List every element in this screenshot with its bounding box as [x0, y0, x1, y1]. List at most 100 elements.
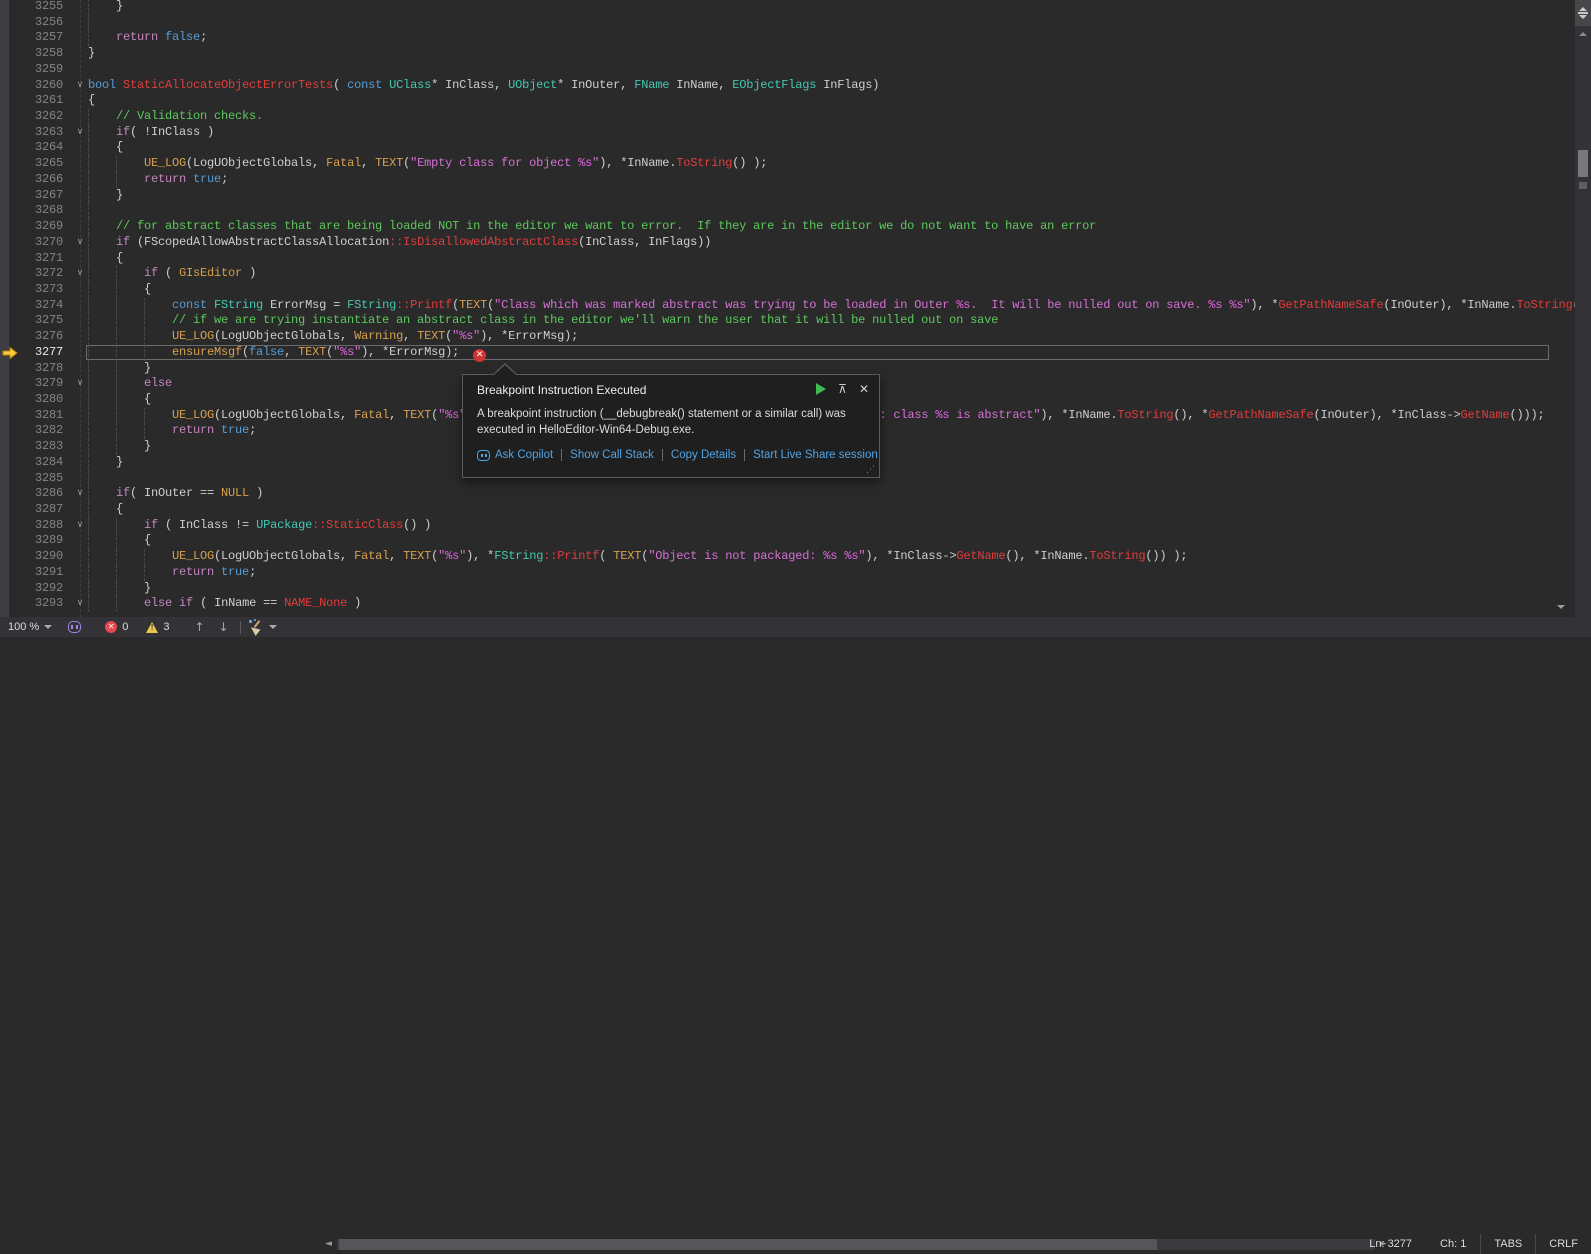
horizontal-scrollbar-track[interactable]: [337, 1239, 1375, 1250]
code-line[interactable]: 3262 // Validation checks.: [0, 109, 1573, 125]
line-number[interactable]: 3255: [18, 0, 63, 15]
pin-icon[interactable]: ⊼: [838, 382, 847, 396]
line-number[interactable]: 3271: [18, 251, 63, 267]
scroll-left-arrow[interactable]: ◄: [325, 1240, 332, 1249]
fold-collapse-icon[interactable]: ∨: [72, 78, 88, 94]
code-line[interactable]: 3275 // if we are trying instantiate an …: [0, 313, 1573, 329]
line-number[interactable]: 3279: [18, 376, 63, 392]
line-number[interactable]: 3266: [18, 172, 63, 188]
code-line[interactable]: 3274 const FString ErrorMsg = FString::P…: [0, 298, 1573, 314]
fold-collapse-icon[interactable]: ∨: [72, 518, 88, 534]
line-number[interactable]: 3272: [18, 266, 63, 282]
fold-collapse-icon[interactable]: ∨: [72, 125, 88, 141]
copilot-status[interactable]: [64, 617, 85, 637]
scroll-down-arrow[interactable]: [1557, 605, 1565, 609]
code-line[interactable]: 3266 return true;: [0, 172, 1573, 188]
start-live-share-link[interactable]: Start Live Share session: [753, 449, 878, 461]
code-line[interactable]: 3260∨bool StaticAllocateObjectErrorTests…: [0, 78, 1573, 94]
tabs-indicator[interactable]: TABS: [1480, 1234, 1535, 1254]
line-number[interactable]: 3264: [18, 140, 63, 156]
line-number[interactable]: 3286: [18, 486, 63, 502]
code-line[interactable]: 3270∨ if (FScopedAllowAbstractClassAlloc…: [0, 235, 1573, 251]
code-line[interactable]: 3267 }: [0, 188, 1573, 204]
previous-issue-button[interactable]: ↑: [187, 620, 211, 634]
code-line[interactable]: 3256: [0, 15, 1573, 31]
code-line[interactable]: 3263∨ if( !InClass ): [0, 125, 1573, 141]
fold-collapse-icon[interactable]: ∨: [72, 486, 88, 502]
show-call-stack-link[interactable]: Show Call Stack: [570, 449, 654, 461]
line-number[interactable]: 3256: [18, 15, 63, 31]
column-indicator[interactable]: Ch: 1: [1426, 1234, 1480, 1254]
code-line[interactable]: 3269 // for abstract classes that are be…: [0, 219, 1573, 235]
code-line[interactable]: 3287 {: [0, 502, 1573, 518]
code-line[interactable]: 3293∨ else if ( InName == NAME_None ): [0, 596, 1573, 612]
line-number[interactable]: 3282: [18, 423, 63, 439]
code-line[interactable]: 3257 return false;: [0, 30, 1573, 46]
line-number[interactable]: 3258: [18, 46, 63, 62]
close-icon[interactable]: ✕: [859, 382, 869, 396]
line-indicator[interactable]: Ln: 3277: [1355, 1234, 1426, 1254]
ask-copilot-link[interactable]: Ask Copilot: [495, 449, 553, 461]
line-number[interactable]: 3281: [18, 408, 63, 424]
code-line[interactable]: 3289 {: [0, 533, 1573, 549]
line-number[interactable]: 3261: [18, 93, 63, 109]
code-editor[interactable]: 3255 }32563257 return false;3258}3259326…: [0, 0, 1591, 617]
code-line[interactable]: 3292 }: [0, 581, 1573, 597]
line-number[interactable]: 3285: [18, 471, 63, 487]
line-number[interactable]: 3291: [18, 565, 63, 581]
line-number[interactable]: 3290: [18, 549, 63, 565]
code-line[interactable]: 3277 ensureMsgf(false, TEXT("%s"), *Erro…: [0, 345, 1573, 361]
code-line[interactable]: 3264 {: [0, 140, 1573, 156]
scroll-up-arrow[interactable]: [1579, 32, 1587, 36]
code-line[interactable]: 3268: [0, 203, 1573, 219]
line-number[interactable]: 3284: [18, 455, 63, 471]
zoom-control[interactable]: 100 %: [0, 617, 56, 637]
line-number[interactable]: 3268: [18, 203, 63, 219]
horizontal-scrollbar[interactable]: ◄ ►: [325, 1239, 1387, 1250]
code-area[interactable]: 3255 }32563257 return false;3258}3259326…: [0, 0, 1573, 617]
code-line[interactable]: 3291 return true;: [0, 565, 1573, 581]
horizontal-scrollbar-thumb[interactable]: [339, 1239, 1157, 1250]
error-indicator[interactable]: ✕ 0: [101, 617, 132, 637]
line-number[interactable]: 3289: [18, 533, 63, 549]
line-number[interactable]: 3262: [18, 109, 63, 125]
line-number[interactable]: 3260: [18, 78, 63, 94]
warning-indicator[interactable]: 3: [142, 617, 173, 637]
code-cleanup-button[interactable]: [245, 617, 281, 637]
line-number[interactable]: 3267: [18, 188, 63, 204]
code-line[interactable]: 3261{: [0, 93, 1573, 109]
line-ending-indicator[interactable]: CRLF: [1535, 1234, 1591, 1254]
code-line[interactable]: 3258}: [0, 46, 1573, 62]
code-line[interactable]: 3273 {: [0, 282, 1573, 298]
line-number[interactable]: 3277: [18, 345, 63, 361]
code-line[interactable]: 3265 UE_LOG(LogUObjectGlobals, Fatal, TE…: [0, 156, 1573, 172]
split-editor-handle[interactable]: [1575, 0, 1591, 26]
line-number[interactable]: 3288: [18, 518, 63, 534]
fold-collapse-icon[interactable]: ∨: [72, 376, 88, 392]
code-line[interactable]: 3286∨ if( InOuter == NULL ): [0, 486, 1573, 502]
code-line[interactable]: 3272∨ if ( GIsEditor ): [0, 266, 1573, 282]
line-number[interactable]: 3276: [18, 329, 63, 345]
copy-details-link[interactable]: Copy Details: [671, 449, 736, 461]
code-line[interactable]: 3290 UE_LOG(LogUObjectGlobals, Fatal, TE…: [0, 549, 1573, 565]
line-number[interactable]: 3273: [18, 282, 63, 298]
line-number[interactable]: 3259: [18, 62, 63, 78]
code-line[interactable]: 3259: [0, 62, 1573, 78]
line-number[interactable]: 3270: [18, 235, 63, 251]
fold-collapse-icon[interactable]: ∨: [72, 266, 88, 282]
resize-grip[interactable]: ⋰: [866, 465, 876, 475]
fold-collapse-icon[interactable]: ∨: [72, 235, 88, 251]
line-number[interactable]: 3292: [18, 581, 63, 597]
line-number[interactable]: 3257: [18, 30, 63, 46]
line-number[interactable]: 3265: [18, 156, 63, 172]
code-line[interactable]: 3255 }: [0, 0, 1573, 15]
line-number[interactable]: 3263: [18, 125, 63, 141]
line-number[interactable]: 3283: [18, 439, 63, 455]
code-line[interactable]: 3288∨ if ( InClass != UPackage::StaticCl…: [0, 518, 1573, 534]
line-number[interactable]: 3293: [18, 596, 63, 612]
line-number[interactable]: 3278: [18, 361, 63, 377]
fold-collapse-icon[interactable]: ∨: [72, 596, 88, 612]
code-line[interactable]: 3276 UE_LOG(LogUObjectGlobals, Warning, …: [0, 329, 1573, 345]
vertical-scrollbar[interactable]: [1575, 0, 1591, 617]
code-line[interactable]: 3271 {: [0, 251, 1573, 267]
